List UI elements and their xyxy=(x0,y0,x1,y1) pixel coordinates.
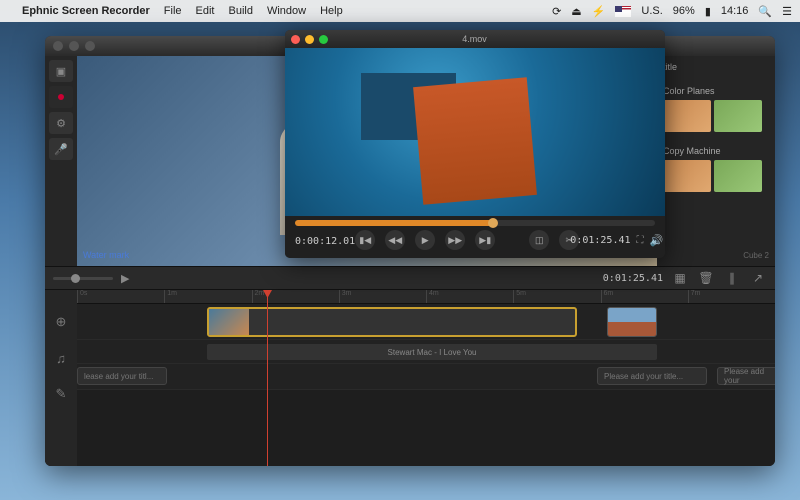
preview-window: 4.mov 0:00:12.01 ▮◀ ◀◀ ▶ ▶▶ ▶▮ ◫ ✂ 0:01:… xyxy=(285,30,665,258)
eject-icon[interactable]: ⏏ xyxy=(571,5,581,18)
title-clip[interactable]: Please add your xyxy=(717,367,775,385)
mid-toolbar: ▶ 0:01:25.41 ▦ 🗑 ∥ ↗ xyxy=(45,266,775,290)
title-clip[interactable]: Please add your title... xyxy=(597,367,707,385)
effects-panel: title Color Planes Copy Machine Cube 2 xyxy=(657,56,775,266)
trash-icon[interactable]: 🗑 xyxy=(697,269,715,287)
title-track[interactable]: lease add your titl... Please add your t… xyxy=(77,364,775,390)
timecode-right: 0:01:25.41 xyxy=(603,273,663,284)
prev-icon[interactable]: ▮◀ xyxy=(355,230,375,250)
audio-track[interactable]: Stewart Mac - I Love You xyxy=(77,340,775,364)
fullscreen-icon[interactable]: ⛶ xyxy=(637,235,644,246)
effect-thumb[interactable] xyxy=(714,160,762,192)
title-track-icon[interactable]: ✎ xyxy=(45,376,77,412)
effect-thumb[interactable] xyxy=(663,100,711,132)
zoom-icon[interactable] xyxy=(319,35,328,44)
menu-help[interactable]: Help xyxy=(320,5,343,17)
wifi-icon[interactable]: ⚡ xyxy=(592,5,606,18)
timeline-ruler[interactable]: 0s1m2m3m4m5m6m7m xyxy=(77,290,775,304)
video-clip[interactable] xyxy=(207,307,577,337)
menu-edit[interactable]: Edit xyxy=(196,5,215,17)
title-effect-label: title xyxy=(663,62,769,72)
preview-titlebar[interactable]: 4.mov xyxy=(285,30,665,48)
next-icon[interactable]: ▶▮ xyxy=(475,230,495,250)
audio-clip[interactable]: Stewart Mac - I Love You xyxy=(207,344,657,360)
mac-menubar: Ephnic Screen Recorder File Edit Build W… xyxy=(0,0,800,22)
battery-label: 96% xyxy=(673,5,695,17)
preview-filename: 4.mov xyxy=(334,34,615,44)
timeline: ⊕ ♫ ✎ 0s1m2m3m4m5m6m7m Stewart Mac - I L… xyxy=(45,290,775,466)
notification-icon[interactable]: ☰ xyxy=(782,5,792,18)
effect-thumb[interactable] xyxy=(663,160,711,192)
menubar-app-name[interactable]: Ephnic Screen Recorder xyxy=(22,5,150,17)
effect-thumb[interactable] xyxy=(714,100,762,132)
menu-window[interactable]: Window xyxy=(267,5,306,17)
sync-icon[interactable]: ⟳ xyxy=(552,5,561,18)
preview-video[interactable] xyxy=(285,48,665,216)
left-toolbar: ▣ ⚙ 🎤 xyxy=(45,56,77,266)
effect-color-planes: Color Planes xyxy=(663,86,769,96)
record-button[interactable] xyxy=(49,86,73,108)
video-track-icon[interactable]: ⊕ xyxy=(45,304,77,340)
library-icon[interactable]: ▦ xyxy=(671,269,689,287)
spotlight-icon[interactable]: 🔍 xyxy=(758,5,772,18)
camera-icon[interactable]: ▣ xyxy=(49,60,73,82)
scrubber[interactable] xyxy=(295,220,655,226)
effect-badge: Cube 2 xyxy=(663,251,769,260)
timecode-current: 0:00:12.01 xyxy=(295,236,355,247)
settings-icon[interactable]: ⚙ xyxy=(49,112,73,134)
playhead[interactable] xyxy=(267,290,268,466)
play-mini-icon[interactable]: ▶ xyxy=(121,272,129,285)
battery-icon[interactable]: ▮ xyxy=(705,5,711,18)
minimize-icon[interactable] xyxy=(69,41,79,51)
play-icon[interactable]: ▶ xyxy=(415,230,435,250)
audio-track-icon[interactable]: ♫ xyxy=(45,340,77,376)
locale-flag-icon[interactable] xyxy=(615,6,631,17)
close-icon[interactable] xyxy=(291,35,300,44)
adjust-icon[interactable]: ∥ xyxy=(723,269,741,287)
minimize-icon[interactable] xyxy=(305,35,314,44)
close-icon[interactable] xyxy=(53,41,63,51)
video-clip[interactable] xyxy=(607,307,657,337)
video-track[interactable] xyxy=(77,304,775,340)
share-icon[interactable]: ↗ xyxy=(749,269,767,287)
mic-icon[interactable]: 🎤 xyxy=(49,138,73,160)
clock-label: 14:16 xyxy=(721,5,749,17)
rewind-icon[interactable]: ◀◀ xyxy=(385,230,405,250)
menu-file[interactable]: File xyxy=(164,5,182,17)
menu-build[interactable]: Build xyxy=(228,5,252,17)
effect-copy-machine: Copy Machine xyxy=(663,146,769,156)
timecode-total: 0:01:25.41 xyxy=(570,235,630,246)
locale-label: U.S. xyxy=(641,5,662,17)
forward-icon[interactable]: ▶▶ xyxy=(445,230,465,250)
zoom-icon[interactable] xyxy=(85,41,95,51)
zoom-slider[interactable] xyxy=(53,277,113,280)
volume-icon[interactable]: 🔊 xyxy=(650,234,664,247)
crop-icon[interactable]: ◫ xyxy=(529,230,549,250)
watermark-label: Water mark xyxy=(83,250,129,260)
title-clip[interactable]: lease add your titl... xyxy=(77,367,167,385)
